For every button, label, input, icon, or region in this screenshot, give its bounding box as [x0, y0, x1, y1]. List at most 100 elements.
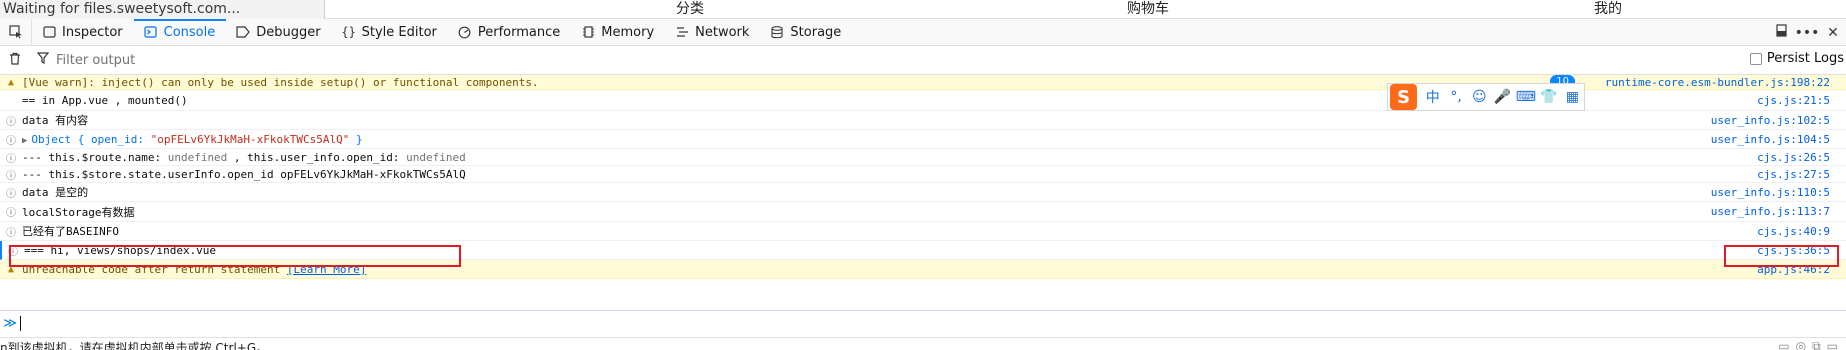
filter-icon[interactable] [30, 52, 56, 68]
message-source-link[interactable]: user_info.js:110:5 [1711, 186, 1830, 199]
tab-performance[interactable]: Performance [448, 19, 571, 45]
learn-more-link[interactable]: [Learn More] [287, 263, 366, 276]
ime-chinese-mode[interactable]: 中 [1421, 87, 1444, 107]
devtools-toolbar: Inspector Console Debugger {} Style Edit… [0, 19, 1846, 46]
undefined-value: undefined [406, 150, 466, 164]
tab-memory[interactable]: Memory [571, 19, 665, 45]
toolbar-right-controls: ••• ✕ [1768, 19, 1846, 46]
message-text: --- this.$store.state.userInfo.open_id o… [22, 167, 466, 181]
message-source-link[interactable]: user_info.js:102:5 [1711, 114, 1830, 127]
vm-device-icon[interactable]: ▭ [1827, 339, 1838, 350]
expand-triangle-icon[interactable]: ▶ [22, 136, 27, 146]
console-message-info: ⓘ --- this.$store.state.userInfo.open_id… [0, 166, 1846, 183]
info-icon: ⓘ [6, 227, 16, 239]
filter-output-input[interactable] [56, 52, 756, 68]
memory-icon [581, 25, 595, 39]
tab-label: Performance [477, 24, 561, 40]
console-icon [144, 25, 158, 39]
vm-status-icons: ▭ ◎ ⧉ ▭ [1778, 339, 1838, 350]
page-loading-status: Waiting for files.sweetysoft.com... [0, 0, 325, 19]
message-text: --- this.$route.name: [22, 150, 168, 164]
tab-storage[interactable]: Storage [760, 19, 852, 45]
tab-debugger[interactable]: Debugger [226, 19, 331, 45]
ime-skin-icon[interactable]: 👕 [1537, 89, 1560, 105]
object-preview[interactable]: Object { open_id: [31, 133, 150, 146]
info-icon: ⓘ [6, 208, 16, 219]
app-tab-category[interactable]: 分类 [676, 0, 704, 19]
object-string-value: "opFELv6YkJkMaH-xFkokTWCs5AlQ" [150, 132, 350, 146]
tab-style-editor[interactable]: {} Style Editor [332, 19, 448, 45]
message-source-link[interactable]: user_info.js:104:5 [1711, 133, 1830, 146]
persist-logs-toggle[interactable]: Persist Logs [1749, 51, 1844, 66]
message-source-link[interactable]: app.js:46:2 [1757, 263, 1830, 276]
ime-toolbar: S 中 °, ☺ 🎤 ⌨ 👕 ▦ [1387, 83, 1585, 111]
tab-label: Style Editor [361, 24, 437, 40]
vm-device-icon[interactable]: ▭ [1778, 339, 1789, 350]
info-icon: ⓘ [8, 246, 18, 258]
message-text: 已经有了BASEINFO [22, 225, 119, 238]
storage-icon [770, 25, 784, 39]
vm-device-icon[interactable]: ⧉ [1812, 339, 1821, 350]
app-tab-mine[interactable]: 我的 [1594, 0, 1622, 19]
clear-console-icon[interactable] [0, 52, 30, 69]
vm-status-bar: n到该虚拟机，请在虚拟机内部单击或按 Ctrl+G。 [0, 337, 1846, 350]
message-source-link[interactable]: cjs.js:27:5 [1757, 168, 1830, 181]
warning-icon: ▲ [7, 76, 15, 88]
console-message-object: ⓘ ▶ Object { open_id: "opFELv6YkJkMaH-xFk… [0, 130, 1846, 149]
text-caret [20, 316, 21, 331]
tab-console[interactable]: Console [133, 19, 227, 45]
app-tab-cart[interactable]: 购物车 [1127, 0, 1169, 19]
close-icon[interactable]: ✕ [1820, 25, 1846, 41]
persist-logs-label: Persist Logs [1766, 51, 1844, 66]
info-icon: ⓘ [6, 170, 16, 182]
console-message-info: ⓘ data 有内容 user_info.js:102:5 [0, 111, 1846, 130]
ime-menu-icon[interactable]: ▦ [1561, 89, 1584, 105]
app-top-strip: Waiting for files.sweetysoft.com... 分类 购… [0, 0, 1846, 19]
message-text: === hi, views/shops/index.vue [24, 243, 217, 257]
persist-logs-checkbox[interactable] [1749, 52, 1762, 65]
console-message-info: ⓘ data 是空的 user_info.js:110:5 [0, 183, 1846, 202]
tab-label: Debugger [256, 24, 321, 40]
network-icon [675, 25, 689, 39]
performance-icon [458, 25, 472, 39]
console-message-info: ⓘ 已经有了BASEINFO cjs.js:40:9 [0, 222, 1846, 241]
console-message-info: ⓘ === hi, views/shops/index.vue cjs.js:3… [0, 241, 1846, 260]
object-preview-end: } [349, 132, 363, 146]
undefined-value: undefined [167, 150, 228, 164]
ime-emoji-icon[interactable]: ☺ [1468, 89, 1491, 105]
warning-icon: ▲ [7, 263, 15, 275]
ime-logo[interactable]: S [1390, 84, 1418, 110]
message-source-link[interactable]: cjs.js:21:5 [1757, 94, 1830, 107]
console-input-line[interactable]: ≫ [0, 310, 1846, 336]
message-source-link[interactable]: cjs.js:40:9 [1757, 225, 1830, 238]
dock-icon[interactable] [1768, 24, 1794, 41]
tab-label: Network [695, 24, 750, 40]
console-message-warning: ▲ unreachable code after return statemen… [0, 260, 1846, 279]
console-message-info: ⓘ localStorage有数据 user_info.js:113:7 [0, 202, 1846, 222]
message-source-link[interactable]: cjs.js:26:5 [1757, 151, 1830, 164]
info-icon: ⓘ [6, 153, 16, 165]
info-icon: ⓘ [6, 135, 16, 147]
tab-network[interactable]: Network [665, 19, 760, 45]
info-icon: ⓘ [6, 188, 16, 200]
prompt-chevron-icon: ≫ [3, 316, 17, 331]
message-source-link[interactable]: cjs.js:36:5 [1757, 244, 1830, 257]
vm-status-text: n到该虚拟机，请在虚拟机内部单击或按 Ctrl+G。 [0, 341, 269, 350]
ime-voice-icon[interactable]: 🎤 [1491, 89, 1514, 105]
element-picker-icon [8, 25, 22, 39]
ime-keyboard-icon[interactable]: ⌨ [1514, 89, 1537, 105]
debugger-icon [236, 25, 251, 39]
console-filter-bar: Persist Logs [0, 46, 1846, 75]
more-icon[interactable]: ••• [1794, 25, 1820, 41]
element-picker-button[interactable] [0, 19, 32, 45]
message-source-link[interactable]: user_info.js:113:7 [1711, 205, 1830, 218]
message-text: unreachable code after return statement [22, 262, 287, 276]
inspector-icon [42, 25, 56, 39]
tab-inspector[interactable]: Inspector [32, 19, 134, 45]
message-source-link[interactable]: runtime-core.esm-bundler.js:198:22 [1605, 76, 1830, 89]
vm-device-icon[interactable]: ◎ [1796, 339, 1806, 350]
ime-punctuation[interactable]: °, [1444, 89, 1467, 105]
message-text: localStorage有数据 [22, 205, 135, 219]
message-text: data 是空的 [22, 186, 89, 199]
tab-label: Inspector [62, 24, 123, 40]
